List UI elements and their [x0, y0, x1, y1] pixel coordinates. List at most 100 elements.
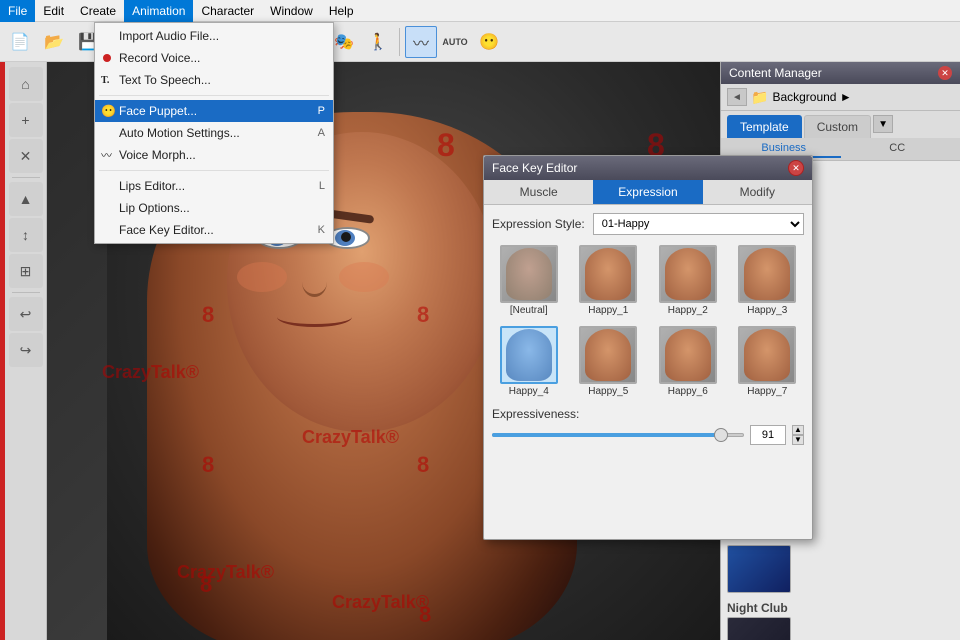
expression-style-row: Expression Style: 01-Happy 02-Sad 03-Ang…: [492, 213, 804, 235]
face-thumb-happy3[interactable]: [738, 245, 796, 303]
expr-spin-up[interactable]: ▲: [792, 425, 804, 435]
menu-import-audio[interactable]: Import Audio File...: [95, 25, 333, 47]
fke-tab-muscle[interactable]: Muscle: [484, 180, 593, 204]
toolbar-face-outline[interactable]: 😶: [473, 26, 505, 58]
face-label-happy1: Happy_1: [588, 305, 628, 316]
expressiveness-slider[interactable]: [492, 427, 744, 443]
face-thumb-happy1[interactable]: [579, 245, 637, 303]
face-happy1-inner: [585, 248, 631, 300]
cm-nav: ◄ 📁 Background ►: [721, 84, 960, 111]
fke-shortcut: K: [318, 224, 325, 236]
menu-create[interactable]: Create: [72, 0, 124, 22]
cm-tab-template[interactable]: Template: [727, 115, 802, 138]
menu-face-key-editor[interactable]: Face Key Editor... K: [95, 219, 333, 241]
menu-text-to-speech[interactable]: T. Text To Speech...: [95, 69, 333, 91]
face-thumb-happy5[interactable]: [579, 326, 637, 384]
toolbar-auto[interactable]: AUTO: [439, 26, 471, 58]
face-thumb-happy7[interactable]: [738, 326, 796, 384]
sidebar-up[interactable]: ▲: [9, 182, 43, 216]
text-speech-icon: T.: [101, 75, 109, 86]
menu-help[interactable]: Help: [321, 0, 362, 22]
face-label-neutral: [Neutral]: [510, 305, 548, 316]
face-label-happy5: Happy_5: [588, 386, 628, 397]
cm-folder-icon: 📁: [751, 89, 768, 106]
auto-motion-shortcut: A: [318, 127, 325, 139]
menu-section-2: 😶 Face Puppet... P Auto Motion Settings.…: [95, 98, 333, 168]
cm-thumb-news-1[interactable]: [727, 545, 791, 593]
menu-divider-2: [99, 170, 329, 171]
left-sidebar: ⌂ + ✕ ▲ ↕ ⊞ ↩ ↪: [5, 62, 47, 640]
menu-lip-options[interactable]: Lip Options...: [95, 197, 333, 219]
menu-voice-morph[interactable]: 〰 Voice Morph...: [95, 144, 333, 166]
fke-close-button[interactable]: ✕: [788, 160, 804, 176]
sidebar-undo[interactable]: ↩: [9, 297, 43, 331]
fke-tab-expression[interactable]: Expression: [593, 180, 702, 204]
face-item-neutral[interactable]: [Neutral]: [492, 245, 566, 316]
sidebar-grid[interactable]: ⊞: [9, 254, 43, 288]
menu-animation[interactable]: Animation: [124, 0, 193, 22]
face-key-editor-panel: Face Key Editor ✕ Muscle Expression Modi…: [483, 155, 813, 540]
expressiveness-row: Expressiveness:: [492, 407, 804, 421]
menu-lips-editor[interactable]: Lips Editor... L: [95, 175, 333, 197]
sidebar-add[interactable]: +: [9, 103, 43, 137]
face-item-happy1[interactable]: Happy_1: [572, 245, 646, 316]
slider-thumb[interactable]: [714, 428, 728, 442]
menu-file[interactable]: File: [0, 0, 35, 22]
toolbar-open[interactable]: 📂: [38, 26, 70, 58]
menu-face-puppet[interactable]: 😶 Face Puppet... P: [95, 100, 333, 122]
face-label-happy6: Happy_6: [668, 386, 708, 397]
sidebar-home[interactable]: ⌂: [9, 67, 43, 101]
face-grid-row1: [Neutral] Happy_1 Happy_2 Happy_3: [492, 245, 804, 316]
face-item-happy3[interactable]: Happy_3: [731, 245, 805, 316]
cm-title: Content Manager: [729, 66, 822, 80]
face-item-happy5[interactable]: Happy_5: [572, 326, 646, 397]
record-bullet-icon: [103, 54, 111, 62]
menu-fke-label: Face Key Editor...: [119, 223, 214, 237]
menu-voice-morph-label: Voice Morph...: [119, 148, 196, 162]
menu-import-audio-label: Import Audio File...: [119, 29, 219, 43]
menu-lip-options-label: Lip Options...: [119, 201, 190, 215]
face-thumb-happy4[interactable]: [500, 326, 558, 384]
toolbar-new[interactable]: 📄: [4, 26, 36, 58]
cm-titlebar: Content Manager ✕: [721, 62, 960, 84]
face-happy3-inner: [744, 248, 790, 300]
face-item-happy7[interactable]: Happy_7: [731, 326, 805, 397]
menu-edit[interactable]: Edit: [35, 0, 72, 22]
face-thumb-happy2[interactable]: [659, 245, 717, 303]
cm-tab-custom[interactable]: Custom: [804, 115, 871, 138]
animation-dropdown-menu: Import Audio File... Record Voice... T. …: [94, 22, 334, 244]
cm-close-button[interactable]: ✕: [938, 66, 952, 80]
cm-sub-cc[interactable]: CC: [841, 140, 955, 158]
face-puppet-shortcut: P: [318, 105, 325, 117]
sidebar-resize[interactable]: ↕: [9, 218, 43, 252]
face-item-happy4[interactable]: Happy_4: [492, 326, 566, 397]
face-item-happy6[interactable]: Happy_6: [651, 326, 725, 397]
face-label-happy7: Happy_7: [747, 386, 787, 397]
cm-back-button[interactable]: ◄: [727, 88, 747, 106]
cm-path: Background ►: [772, 90, 851, 104]
expression-style-select[interactable]: 01-Happy 02-Sad 03-Angry 04-Surprised: [593, 213, 804, 235]
cm-row-night-club: Night Club: [727, 599, 954, 640]
menu-record-voice[interactable]: Record Voice...: [95, 47, 333, 69]
face-thumb-happy6[interactable]: [659, 326, 717, 384]
expressiveness-spinners: ▲ ▼: [792, 425, 804, 445]
cm-thumb-nightclub-1[interactable]: [727, 617, 791, 640]
sidebar-sep2: [12, 292, 40, 293]
sidebar-redo[interactable]: ↪: [9, 333, 43, 367]
menubar: File Edit Create Animation Character Win…: [0, 0, 960, 22]
face-thumb-neutral[interactable]: [500, 245, 558, 303]
toolbar-sep3: [399, 28, 400, 56]
menu-window[interactable]: Window: [262, 0, 321, 22]
cm-expand-button[interactable]: ▼: [873, 115, 893, 133]
toolbar-walk[interactable]: 🚶: [362, 26, 394, 58]
sidebar-remove[interactable]: ✕: [9, 139, 43, 173]
menu-character[interactable]: Character: [193, 0, 262, 22]
menu-record-voice-label: Record Voice...: [119, 51, 200, 65]
toolbar-wave[interactable]: 〰: [405, 26, 437, 58]
face-item-happy2[interactable]: Happy_2: [651, 245, 725, 316]
expr-spin-down[interactable]: ▼: [792, 435, 804, 445]
menu-auto-motion[interactable]: Auto Motion Settings... A: [95, 122, 333, 144]
face-grid-row2: Happy_4 Happy_5 Happy_6 Happy_7: [492, 326, 804, 397]
face-label-happy2: Happy_2: [668, 305, 708, 316]
fke-tab-modify[interactable]: Modify: [703, 180, 812, 204]
